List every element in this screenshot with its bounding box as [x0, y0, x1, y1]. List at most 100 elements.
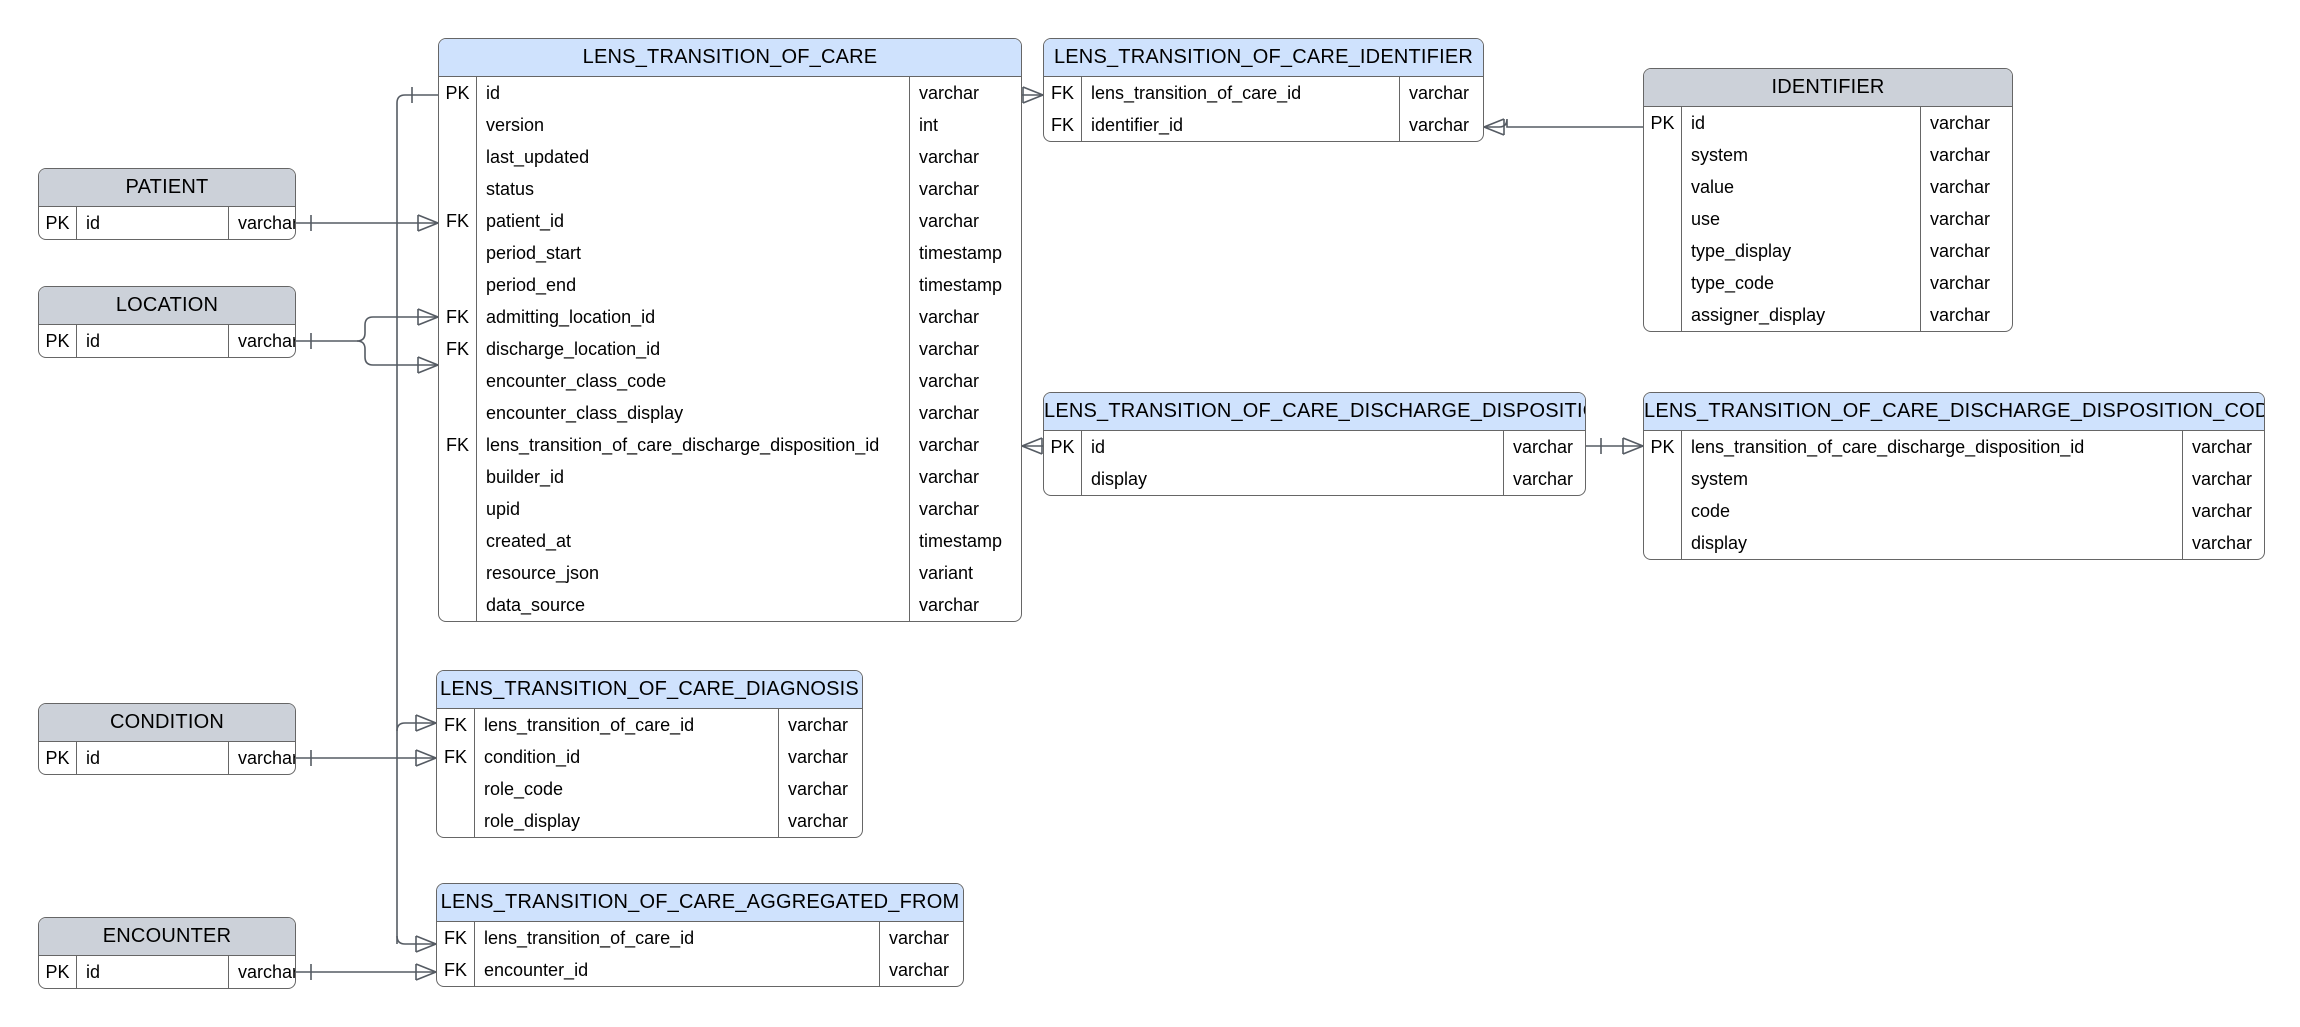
column-key-badge: FK — [437, 709, 475, 741]
column-name: id — [1091, 436, 1106, 457]
column-row[interactable]: period_end timestamp — [439, 269, 1021, 301]
column-name: lens_transition_of_care_id — [484, 714, 695, 735]
column-row[interactable]: FK patient_id varchar — [439, 205, 1021, 237]
column-row[interactable]: assigner_display varchar — [1644, 299, 2012, 331]
column-row[interactable]: display varchar — [1044, 463, 1585, 495]
column-name: created_at — [486, 530, 572, 551]
column-key-badge: FK — [1044, 77, 1082, 109]
entity-condition[interactable]: CONDITION PK id varchar — [38, 703, 296, 775]
entity-columns: PK id varchar display varchar — [1044, 431, 1585, 495]
column-row[interactable]: period_start timestamp — [439, 237, 1021, 269]
entity-identifier[interactable]: IDENTIFIER PK id varchar system varchar value v… — [1643, 68, 2013, 332]
entity-title: LENS_TRANSITION_OF_CARE_AGGREGATED_FROM — [437, 884, 963, 922]
column-row[interactable]: resource_json variant — [439, 557, 1021, 589]
relationship-discharge-disposition-coding — [1586, 437, 1644, 455]
column-row[interactable]: upid varchar — [439, 493, 1021, 525]
column-type: varchar — [2182, 527, 2264, 559]
column-key-badge: PK — [1644, 107, 1682, 139]
relationship-transition-of-care-identifier — [1022, 86, 1044, 104]
column-row[interactable]: type_display varchar — [1644, 235, 2012, 267]
column-type: varchar — [228, 207, 295, 239]
entity-columns: FK lens_transition_of_care_id varchar FK ide… — [1044, 77, 1483, 141]
column-name: identifier_id — [1091, 114, 1184, 135]
column-type: varchar — [1503, 463, 1585, 495]
column-key-badge: PK — [39, 325, 77, 357]
column-row[interactable]: FK condition_id varchar — [437, 741, 862, 773]
column-row[interactable]: FK lens_transition_of_care_id varchar — [437, 709, 862, 741]
entity-columns: PK id varchar — [39, 207, 295, 239]
entity-lens-transition-of-care-identifier[interactable]: LENS_TRANSITION_OF_CARE_IDENTIFIER FK lens… — [1043, 38, 1484, 142]
column-row[interactable]: PK id varchar — [39, 956, 295, 988]
column-name: discharge_location_id — [486, 338, 661, 359]
column-row[interactable]: last_updated varchar — [439, 141, 1021, 173]
entity-lens-transition-of-care[interactable]: LENS_TRANSITION_OF_CARE PK id varchar versio… — [438, 38, 1022, 622]
column-key-badge — [1644, 495, 1682, 527]
column-key-badge: FK — [437, 741, 475, 773]
column-row[interactable]: FK lens_transition_of_care_id varchar — [1044, 77, 1483, 109]
column-name: resource_json — [486, 562, 600, 583]
column-row[interactable]: encounter_class_display varchar — [439, 397, 1021, 429]
entity-lens-transition-of-care-diagnosis[interactable]: LENS_TRANSITION_OF_CARE_DIAGNOSIS FK lens_… — [436, 670, 863, 838]
column-key-badge — [1644, 203, 1682, 235]
column-name: version — [486, 114, 545, 135]
column-key-badge: PK — [39, 742, 77, 774]
column-key-badge — [1644, 463, 1682, 495]
column-type: varchar — [909, 397, 1021, 429]
column-key-badge — [437, 805, 475, 837]
column-row[interactable]: FK encounter_id varchar — [437, 954, 963, 986]
column-row[interactable]: PK id varchar — [1044, 431, 1585, 463]
column-row[interactable]: type_code varchar — [1644, 267, 2012, 299]
entity-lens-transition-of-care-discharge-disposition[interactable]: LENS_TRANSITION_OF_CARE_DISCHARGE_DISPOS… — [1043, 392, 1586, 496]
column-row[interactable]: PK id varchar — [39, 742, 295, 774]
entity-title: LOCATION — [39, 287, 295, 325]
entity-location[interactable]: LOCATION PK id varchar — [38, 286, 296, 358]
column-row[interactable]: version int — [439, 109, 1021, 141]
column-row[interactable]: FK admitting_location_id varchar — [439, 301, 1021, 333]
column-row[interactable]: created_at timestamp — [439, 525, 1021, 557]
column-row[interactable]: FK identifier_id varchar — [1044, 109, 1483, 141]
entity-lens-transition-of-care-aggregated-from[interactable]: LENS_TRANSITION_OF_CARE_AGGREGATED_FROM F… — [436, 883, 964, 987]
entity-columns: PK id varchar version int last_updated varchar… — [439, 77, 1021, 621]
entity-lens-transition-of-care-discharge-disposition-coding[interactable]: LENS_TRANSITION_OF_CARE_DISCHARGE_DISPOS… — [1643, 392, 2265, 560]
column-name: encounter_id — [484, 959, 589, 980]
column-row[interactable]: PK lens_transition_of_care_discharge_disp… — [1644, 431, 2264, 463]
column-row[interactable]: FK lens_transition_of_care_discharge_disp… — [439, 429, 1021, 461]
entity-patient[interactable]: PATIENT PK id varchar — [38, 168, 296, 240]
column-key-badge: PK — [1044, 431, 1082, 463]
column-name: encounter_class_code — [486, 370, 667, 391]
column-key-badge — [439, 397, 477, 429]
column-row[interactable]: encounter_class_code varchar — [439, 365, 1021, 397]
column-row[interactable]: system varchar — [1644, 463, 2264, 495]
column-name: system — [1691, 144, 1749, 165]
relationship-patient-transition-of-care — [296, 214, 439, 232]
column-key-badge — [437, 773, 475, 805]
column-type: varchar — [909, 173, 1021, 205]
column-name: id — [86, 961, 101, 982]
column-row[interactable]: builder_id varchar — [439, 461, 1021, 493]
column-row[interactable]: PK id varchar — [1644, 107, 2012, 139]
column-row[interactable]: FK discharge_location_id varchar — [439, 333, 1021, 365]
entity-encounter[interactable]: ENCOUNTER PK id varchar — [38, 917, 296, 989]
column-type: varchar — [879, 922, 963, 954]
column-row[interactable]: status varchar — [439, 173, 1021, 205]
column-key-badge — [439, 109, 477, 141]
column-row[interactable]: display varchar — [1644, 527, 2264, 559]
column-name: display — [1691, 532, 1748, 553]
column-type: varchar — [909, 493, 1021, 525]
column-row[interactable]: role_display varchar — [437, 805, 862, 837]
column-row[interactable]: FK lens_transition_of_care_id varchar — [437, 922, 963, 954]
column-row[interactable]: system varchar — [1644, 139, 2012, 171]
column-row[interactable]: code varchar — [1644, 495, 2264, 527]
column-row[interactable]: value varchar — [1644, 171, 2012, 203]
column-row[interactable]: use varchar — [1644, 203, 2012, 235]
column-type: varchar — [1920, 171, 2012, 203]
column-type: varchar — [2182, 495, 2264, 527]
column-key-badge — [1644, 139, 1682, 171]
column-name: admitting_location_id — [486, 306, 656, 327]
column-row[interactable]: PK id varchar — [39, 325, 295, 357]
column-key-badge — [1044, 463, 1082, 495]
column-row[interactable]: role_code varchar — [437, 773, 862, 805]
column-row[interactable]: PK id varchar — [439, 77, 1021, 109]
column-row[interactable]: data_source varchar — [439, 589, 1021, 621]
column-row[interactable]: PK id varchar — [39, 207, 295, 239]
